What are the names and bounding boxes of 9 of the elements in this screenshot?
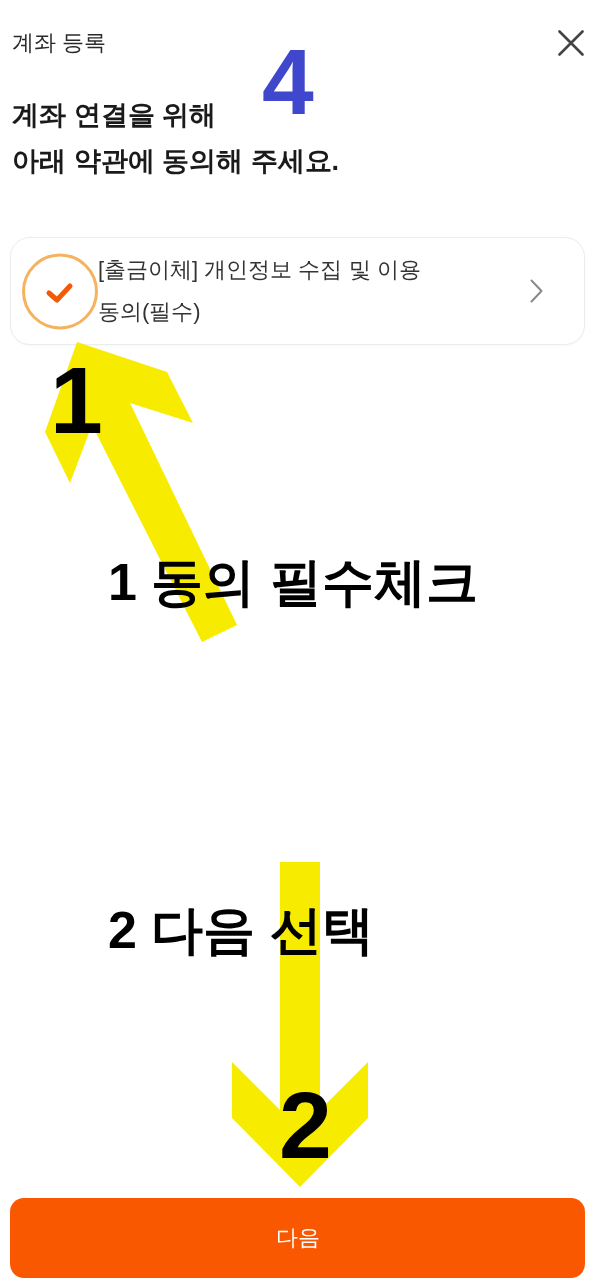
- step-number: 2: [279, 1078, 332, 1173]
- step-number: 1: [50, 353, 103, 448]
- close-button[interactable]: [556, 28, 586, 58]
- agreement-label: [출금이체] 개인정보 수집 및 이용 동의(필수): [98, 256, 422, 326]
- agreement-card[interactable]: [출금이체] 개인정보 수집 및 이용 동의(필수): [10, 237, 585, 345]
- close-icon: [558, 30, 584, 56]
- screen-title: 계좌 등록: [11, 29, 107, 57]
- chevron-right-icon: [530, 279, 543, 303]
- checkbox-icon[interactable]: [22, 252, 98, 330]
